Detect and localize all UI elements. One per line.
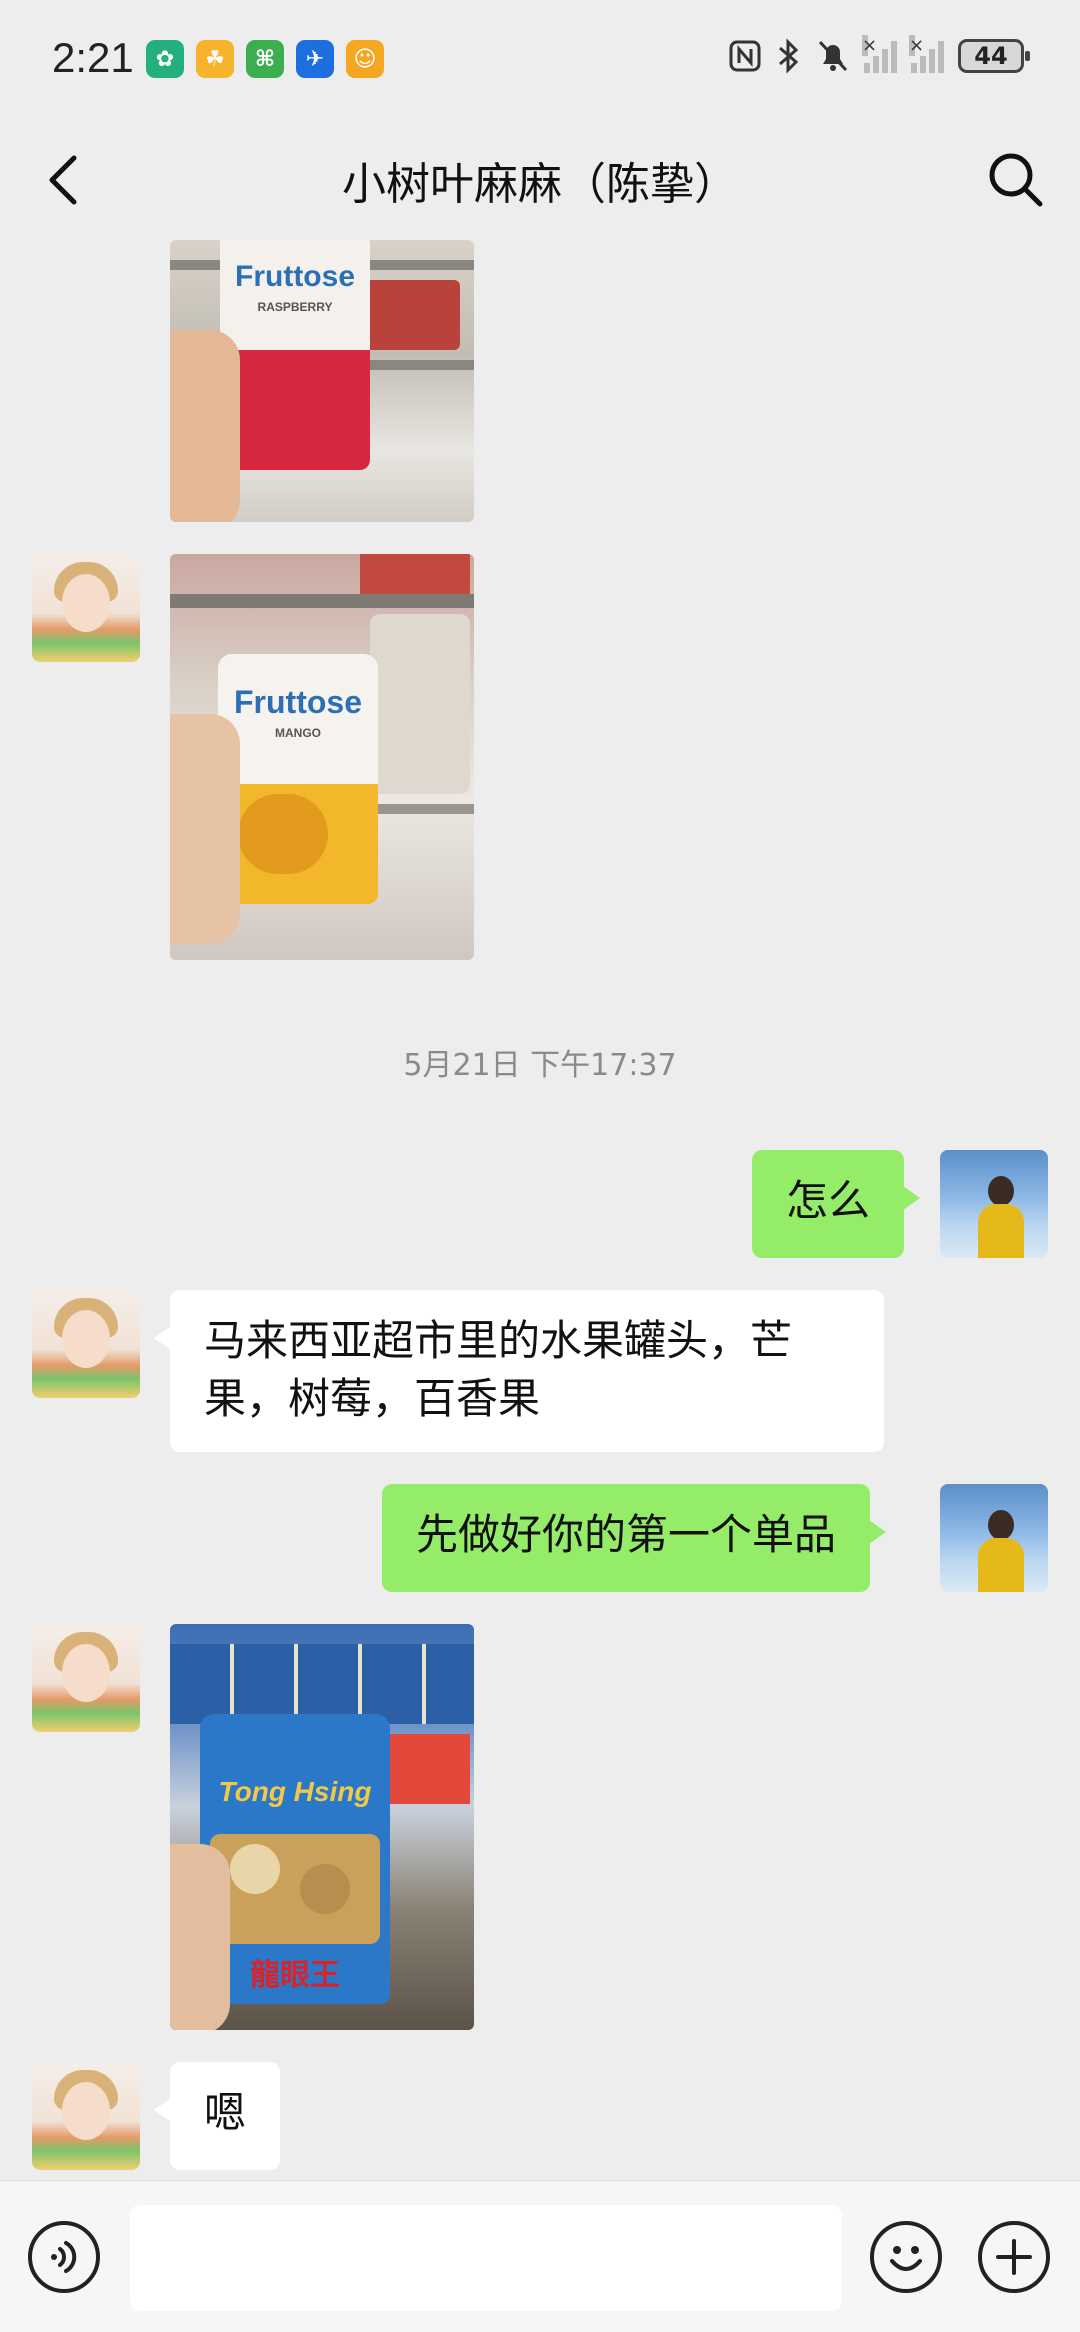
app-icon-5: ☺ — [346, 40, 384, 78]
avatar-contact[interactable] — [32, 1624, 140, 1732]
signal-icon-2: × — [909, 35, 944, 73]
photo-raspberry-can[interactable]: Fruttose RASPBERRY — [170, 240, 474, 522]
app-icon-3: ⌘ — [246, 40, 284, 78]
message-text: 先做好你的第一个单品 — [416, 1510, 837, 1559]
message-text: 怎么 — [786, 1176, 871, 1225]
photo-mango-can[interactable]: Fruttose MANGO — [170, 554, 474, 960]
can-flavor: MANGO — [275, 726, 321, 740]
chat-title: 小树叶麻麻（陈挚） — [342, 159, 738, 210]
nfc-icon — [729, 40, 761, 72]
mute-bell-icon — [818, 40, 848, 72]
voice-input-button[interactable] — [28, 2221, 100, 2293]
more-actions-button[interactable] — [978, 2221, 1050, 2293]
avatar-self[interactable] — [940, 1484, 1048, 1592]
message-text: 马来西亚超市里的水果罐头，芒果，树莓，百香果 — [204, 1316, 793, 1423]
can-brand: Fruttose — [235, 260, 355, 293]
can-brand: Tong Hsing — [218, 1776, 372, 1807]
avatar-contact[interactable] — [32, 2062, 140, 2170]
voice-icon — [51, 2241, 77, 2273]
can-brand: Fruttose — [234, 684, 362, 720]
app-icon-1: ✿ — [146, 40, 184, 78]
can-flavor: RASPBERRY — [257, 300, 333, 314]
emoji-icon — [890, 2246, 922, 2271]
emoji-button[interactable] — [870, 2221, 942, 2293]
message-bubble-sent[interactable]: 怎么 — [752, 1150, 921, 1258]
avatar-contact[interactable] — [32, 554, 140, 662]
can: Fruttose RASPBERRY — [220, 240, 370, 470]
status-app-icons: ✿ ☘ ⌘ ✈ ☺ — [146, 40, 384, 78]
message-bubble-sent[interactable]: 先做好你的第一个单品 — [382, 1484, 887, 1592]
status-right-icons: × × 44 — [728, 35, 1030, 74]
app-icon-4: ✈ — [296, 40, 334, 78]
battery-icon: 44 — [958, 39, 1030, 73]
chat-history[interactable]: Fruttose RASPBERRY Fruttose MANGO 5月21日 … — [0, 240, 1080, 2180]
message-timestamp: 5月21日 下午17:37 — [403, 1048, 677, 1083]
status-time: 2:21 — [52, 34, 134, 81]
battery-level: 44 — [974, 42, 1008, 70]
can: Fruttose MANGO — [218, 654, 378, 904]
search-icon[interactable] — [980, 144, 1050, 214]
chat-header: 小树叶麻麻（陈挚） — [0, 120, 1080, 240]
message-input[interactable] — [130, 2205, 842, 2311]
message-bubble-received[interactable]: 嗯 — [153, 2062, 281, 2170]
message-bubble-received[interactable]: 马来西亚超市里的水果罐头，芒果，树莓，百香果 — [154, 1290, 884, 1452]
app-icon-2: ☘ — [196, 40, 234, 78]
plus-icon — [996, 2239, 1032, 2275]
signal-icon-1: × — [862, 35, 897, 73]
bluetooth-icon — [779, 38, 799, 74]
avatar-contact[interactable] — [32, 1290, 140, 1398]
chat-input-bar — [0, 2180, 1080, 2332]
avatar-self[interactable] — [940, 1150, 1048, 1258]
photo-longan-can[interactable]: Tong Hsing 龍眼王 — [170, 1624, 474, 2030]
message-text: 嗯 — [204, 2088, 247, 2137]
status-bar: 2:21 ✿ ☘ ⌘ ✈ ☺ × × 44 — [0, 0, 1080, 120]
